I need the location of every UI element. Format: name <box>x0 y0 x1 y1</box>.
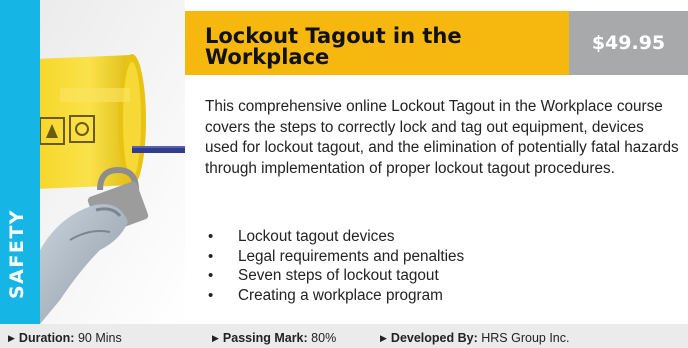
feature-text: Lockout tagout devices <box>238 228 395 245</box>
feature-item: • Lockout tagout devices <box>205 227 464 247</box>
developer-value: HRS Group Inc. <box>481 331 570 345</box>
duration-value: 90 Mins <box>77 331 122 345</box>
duration-label: Duration: <box>18 331 75 345</box>
bullet-icon: • <box>208 247 214 265</box>
feature-text: Legal requirements and penalties <box>238 247 465 265</box>
category-label: SAFETY <box>6 208 28 299</box>
passing-mark-value: 80% <box>311 331 337 345</box>
developer-meta: ▶ Developed By: HRS Group Inc. <box>380 331 569 345</box>
duration-meta: ▶ Duration: 90 Mins <box>8 331 122 345</box>
course-card[interactable]: SAFETY Lockout Tagout in the Workplace $… <box>0 0 688 348</box>
course-title[interactable]: Lockout Tagout in the Workplace <box>205 26 545 68</box>
feature-text: Seven steps of lockout tagout <box>238 267 439 284</box>
feature-item: • Seven steps of lockout tagout <box>205 266 464 286</box>
arrow-right-icon: ▶ <box>380 333 387 343</box>
arrow-right-icon: ▶ <box>8 333 15 343</box>
developer-label: Developed By: <box>390 331 478 345</box>
feature-item: • Legal requirements and penalties <box>205 247 464 267</box>
feature-list: • Lockout tagout devices • Legal requireme… <box>205 227 464 305</box>
arrow-right-icon: ▶ <box>212 333 219 343</box>
course-price: $49.95 <box>591 32 666 54</box>
bullet-icon: • <box>208 228 214 245</box>
passing-mark-meta: ▶ Passing Mark: 80% <box>212 331 336 345</box>
course-description: This comprehensive online Lockout Tagout… <box>205 98 679 177</box>
bullet-icon: • <box>208 267 214 284</box>
feature-item: • Creating a workplace program <box>205 286 464 306</box>
bullet-icon: • <box>208 286 214 304</box>
feature-text: Creating a workplace program <box>238 286 443 304</box>
passing-mark-label: Passing Mark: <box>222 331 308 345</box>
